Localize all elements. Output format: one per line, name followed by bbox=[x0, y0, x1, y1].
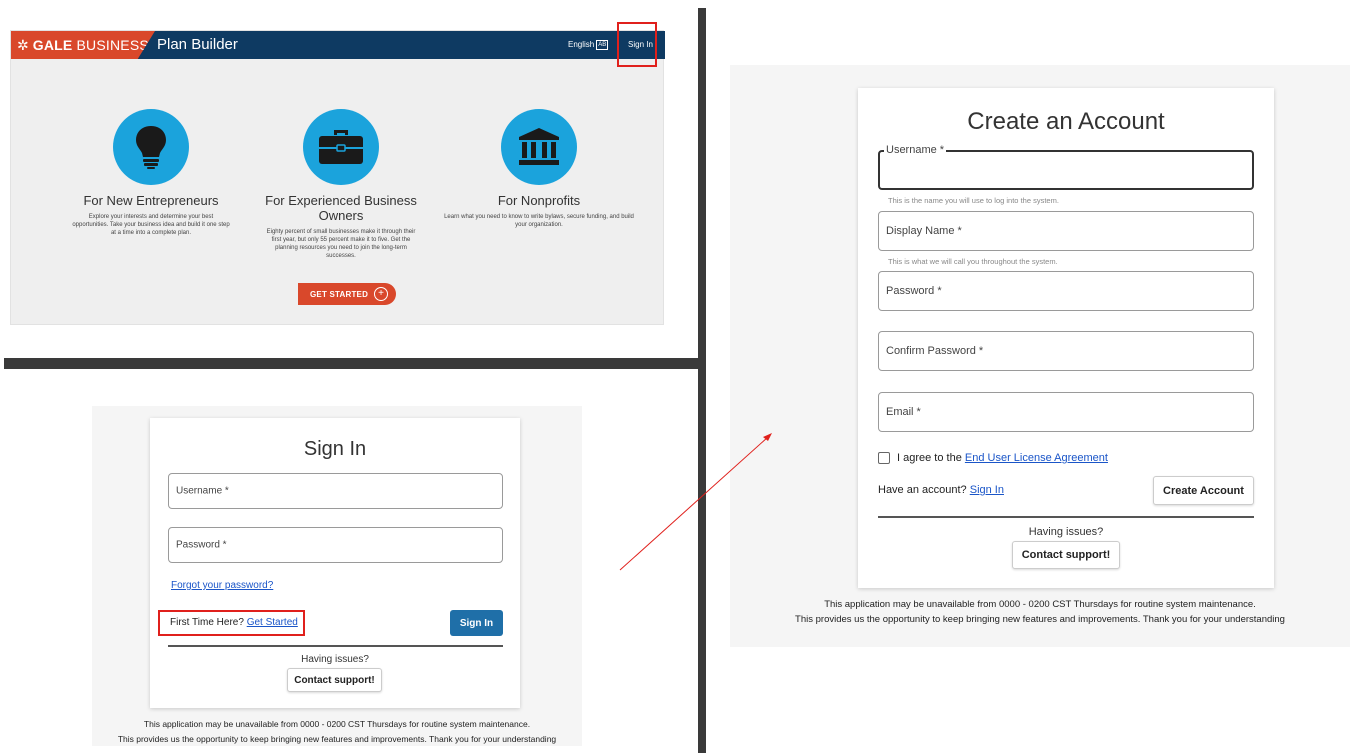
feature-description: Eighty percent of small businesses make … bbox=[266, 229, 416, 259]
feature-experienced-owners: For Experienced Business Owners Eighty p… bbox=[241, 109, 441, 260]
forgot-password-link[interactable]: Forgot your password? bbox=[171, 580, 273, 591]
username-hint: This is the name you will use to log int… bbox=[888, 196, 1059, 205]
landing-header: ✲ GALE BUSINESS Plan Builder English AB S… bbox=[11, 31, 665, 59]
password-placeholder: Password * bbox=[176, 539, 227, 551]
username-input[interactable]: Username * bbox=[168, 473, 503, 509]
institution-icon bbox=[501, 109, 577, 185]
screenshot-divider-vertical bbox=[698, 8, 706, 753]
app-title: Plan Builder bbox=[157, 36, 238, 53]
brand-bold: GALE bbox=[32, 37, 77, 53]
translate-icon: AB bbox=[596, 39, 609, 50]
feature-new-entrepreneurs: For New Entrepreneurs Explore your inter… bbox=[51, 109, 251, 237]
institution-icon-svg bbox=[519, 128, 559, 165]
language-selector[interactable]: English AB bbox=[568, 31, 609, 59]
have-account-text: Have an account? bbox=[878, 484, 967, 496]
create-account-title: Create an Account bbox=[967, 108, 1165, 135]
display-name-hint: This is what we will call you throughout… bbox=[888, 257, 1058, 266]
feature-nonprofits: For Nonprofits Learn what you need to kn… bbox=[439, 109, 639, 229]
confirm-password-placeholder: Confirm Password * bbox=[886, 345, 984, 357]
feature-description: Explore your interests and determine you… bbox=[72, 214, 230, 236]
agree-text: I agree to the bbox=[897, 452, 962, 464]
get-started-button[interactable]: GET STARTED + bbox=[298, 283, 396, 305]
sign-in-button[interactable]: Sign In bbox=[450, 610, 503, 636]
username-placeholder: Username * bbox=[176, 485, 229, 497]
plus-circle-icon: + bbox=[374, 287, 388, 301]
username-label: Username * bbox=[884, 144, 947, 156]
feature-title: For Nonprofits bbox=[497, 193, 581, 208]
gale-business-logo[interactable]: ✲ GALE BUSINESS bbox=[11, 31, 155, 59]
create-account-card: Create an Account Username * This is the… bbox=[858, 88, 1274, 588]
sign-in-card: Sign In Username * Password * Forgot you… bbox=[150, 418, 520, 708]
have-account-row: Have an account? Sign In bbox=[878, 484, 1004, 496]
landing-page-panel: ✲ GALE BUSINESS Plan Builder English AB S… bbox=[10, 30, 665, 325]
having-issues-text: Having issues? bbox=[301, 654, 369, 665]
lightbulb-icon-svg bbox=[136, 126, 166, 169]
license-agreement-checkbox[interactable] bbox=[878, 452, 890, 464]
maintenance-notice-line2: This provides us the opportunity to keep… bbox=[117, 734, 557, 744]
feature-title: For Experienced Business Owners bbox=[265, 193, 417, 223]
confirm-password-input[interactable]: Confirm Password * bbox=[878, 331, 1254, 371]
password-placeholder: Password * bbox=[886, 285, 942, 297]
having-issues-text: Having issues? bbox=[1028, 526, 1104, 538]
get-started-label: GET STARTED bbox=[310, 289, 369, 299]
contact-support-button[interactable]: Contact support! bbox=[287, 668, 382, 692]
license-agreement-row: I agree to the End User License Agreemen… bbox=[878, 452, 1108, 464]
brand-light: BUSINESS bbox=[76, 37, 149, 53]
maintenance-notice-line2: This provides us the opportunity to keep… bbox=[795, 614, 1285, 625]
sign-in-link[interactable]: Sign In bbox=[970, 484, 1004, 496]
maintenance-notice-line1: This application may be unavailable from… bbox=[143, 719, 531, 729]
highlight-get-started-box bbox=[158, 610, 305, 636]
username-input[interactable]: Username * bbox=[878, 144, 1254, 190]
sign-in-title: Sign In bbox=[303, 438, 367, 460]
divider-line bbox=[878, 516, 1254, 518]
maintenance-notice: This application may be unavailable from… bbox=[92, 717, 582, 747]
feature-description: Learn what you need to know to write byl… bbox=[444, 214, 634, 228]
divider-line bbox=[168, 645, 503, 647]
password-input[interactable]: Password * bbox=[878, 271, 1254, 311]
maintenance-notice: This application may be unavailable from… bbox=[730, 597, 1350, 627]
eula-link[interactable]: End User License Agreement bbox=[965, 452, 1108, 464]
language-label: English bbox=[568, 40, 595, 49]
briefcase-icon-svg bbox=[319, 130, 363, 164]
contact-support-button[interactable]: Contact support! bbox=[1012, 541, 1120, 569]
screenshot-divider-horizontal bbox=[4, 358, 702, 369]
display-name-placeholder: Display Name * bbox=[886, 225, 962, 237]
password-input[interactable]: Password * bbox=[168, 527, 503, 563]
brand-text: GALE BUSINESS bbox=[33, 37, 149, 53]
display-name-input[interactable]: Display Name * bbox=[878, 211, 1254, 251]
gale-logo-icon: ✲ bbox=[17, 36, 29, 53]
briefcase-icon bbox=[303, 109, 379, 185]
maintenance-notice-line1: This application may be unavailable from… bbox=[824, 599, 1256, 610]
email-input[interactable]: Email * bbox=[878, 392, 1254, 432]
highlight-sign-in-box bbox=[617, 22, 657, 67]
create-account-button[interactable]: Create Account bbox=[1153, 476, 1254, 505]
email-placeholder: Email * bbox=[886, 406, 921, 418]
feature-title: For New Entrepreneurs bbox=[83, 193, 219, 208]
lightbulb-icon bbox=[113, 109, 189, 185]
